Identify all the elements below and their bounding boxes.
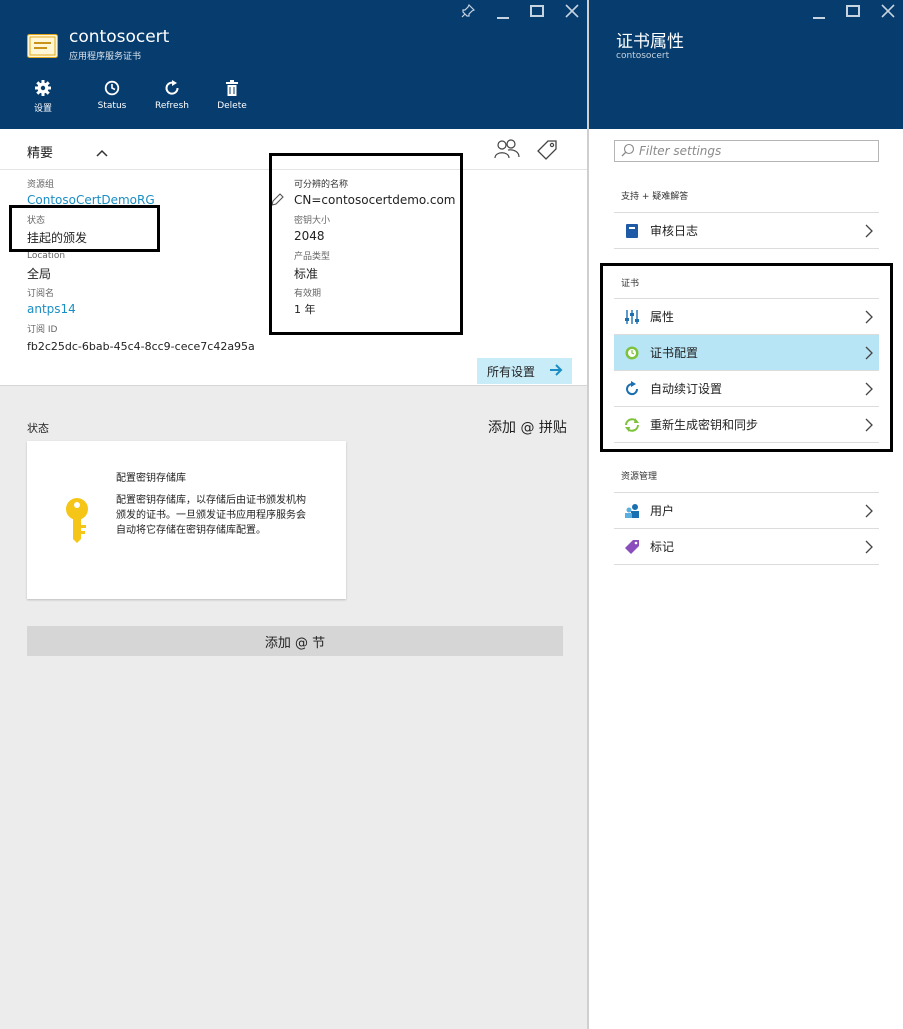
key-vault-tile[interactable]: 配置密钥存储库 配置密钥存储库，以存储后由证书颁发机构颁发的证书。一旦颁发证书应… — [27, 441, 346, 599]
add-section-button[interactable]: 添加 @ 节 — [27, 626, 563, 656]
highlight-box — [9, 205, 160, 252]
tile-description: 配置密钥存储库，以存储后由证书颁发机构颁发的证书。一旦颁发证书应用程序服务会自动… — [116, 495, 306, 536]
history-icon — [87, 79, 137, 97]
refresh-button[interactable]: Refresh — [147, 79, 197, 111]
blade-title: contosocert — [69, 27, 170, 47]
users-icon[interactable] — [494, 139, 520, 163]
chevron-right-icon — [865, 224, 873, 241]
settings-label: 设置 — [33, 104, 52, 114]
all-settings-label: 所有设置 — [487, 364, 536, 379]
close-icon[interactable] — [565, 4, 579, 18]
status-button[interactable]: Status — [87, 79, 137, 111]
group-label-support: 支持 + 疑难解答 — [621, 192, 689, 202]
settings-button[interactable]: 设置 — [18, 79, 68, 114]
refresh-label: Refresh — [155, 101, 189, 111]
divider — [614, 248, 879, 249]
delete-label: Delete — [217, 101, 247, 111]
trash-icon — [207, 79, 257, 97]
menu-item-label: 审核日志 — [650, 224, 699, 238]
certificate-icon — [27, 34, 58, 58]
tag-icon[interactable] — [536, 139, 558, 165]
menu-item-tags[interactable]: 标记 — [614, 528, 879, 564]
highlight-box — [269, 153, 463, 335]
refresh-icon — [147, 79, 197, 97]
menu-item-users[interactable]: 用户 — [614, 492, 879, 528]
filter-placeholder: Filter settings — [639, 144, 722, 158]
maximize-icon[interactable] — [530, 4, 544, 18]
blade-header: contosocert 应用程序服务证书 设置 Status Refresh D… — [0, 0, 588, 129]
minimize-icon[interactable] — [812, 6, 826, 20]
blade-title: 证书属性 — [616, 32, 684, 52]
all-settings-button[interactable]: 所有设置 — [477, 358, 572, 384]
search-icon — [621, 143, 635, 160]
menu-item-label: 标记 — [650, 540, 675, 554]
blade-subtitle: contosocert — [616, 51, 670, 61]
highlight-box — [600, 263, 893, 452]
gear-icon — [18, 79, 68, 97]
group-label-resource-management: 资源管理 — [621, 472, 658, 482]
location-label: Location — [27, 251, 66, 261]
add-tile-link[interactable]: 添加 @ 拼贴 — [488, 417, 567, 437]
divider — [614, 564, 879, 565]
pin-icon[interactable] — [461, 4, 475, 18]
filter-settings-input[interactable]: Filter settings — [614, 140, 879, 162]
location-value: 全局 — [27, 267, 52, 281]
status-label: Status — [97, 101, 127, 111]
chevron-right-icon — [865, 504, 873, 521]
chevron-up-icon[interactable] — [96, 143, 108, 162]
certificate-properties-blade: 证书属性 contosocert Filter settings 支持 + 疑难… — [589, 0, 903, 1029]
menu-item-label: 用户 — [650, 504, 675, 518]
delete-button[interactable]: Delete — [207, 79, 257, 111]
chevron-right-icon — [865, 540, 873, 557]
resource-group-label: 资源组 — [27, 180, 55, 190]
subscription-link[interactable]: antps14 — [27, 302, 76, 316]
close-icon[interactable] — [881, 4, 895, 18]
book-icon — [624, 223, 640, 239]
minimize-icon[interactable] — [496, 6, 510, 20]
subscription-label: 订阅名 — [27, 289, 55, 299]
tag-icon — [624, 539, 640, 555]
key-icon — [63, 497, 91, 547]
maximize-icon[interactable] — [846, 4, 860, 18]
blade-subtitle: 应用程序服务证书 — [69, 52, 142, 62]
subscription-id-label: 订阅 ID — [27, 325, 58, 335]
essentials-header: 精要 — [27, 146, 54, 161]
subscription-id-value: fb2c25dc-6bab-45c4-8cc9-cece7c42a95a — [27, 340, 255, 353]
certificate-blade: contosocert 应用程序服务证书 设置 Status Refresh D… — [0, 0, 588, 1029]
blade-header: 证书属性 contosocert — [589, 0, 903, 129]
status-section-label: 状态 — [27, 422, 49, 435]
users-icon — [624, 503, 640, 519]
arrow-right-icon — [549, 363, 563, 379]
tile-title: 配置密钥存储库 — [116, 473, 186, 484]
menu-item-audit-log[interactable]: 审核日志 — [614, 212, 879, 248]
